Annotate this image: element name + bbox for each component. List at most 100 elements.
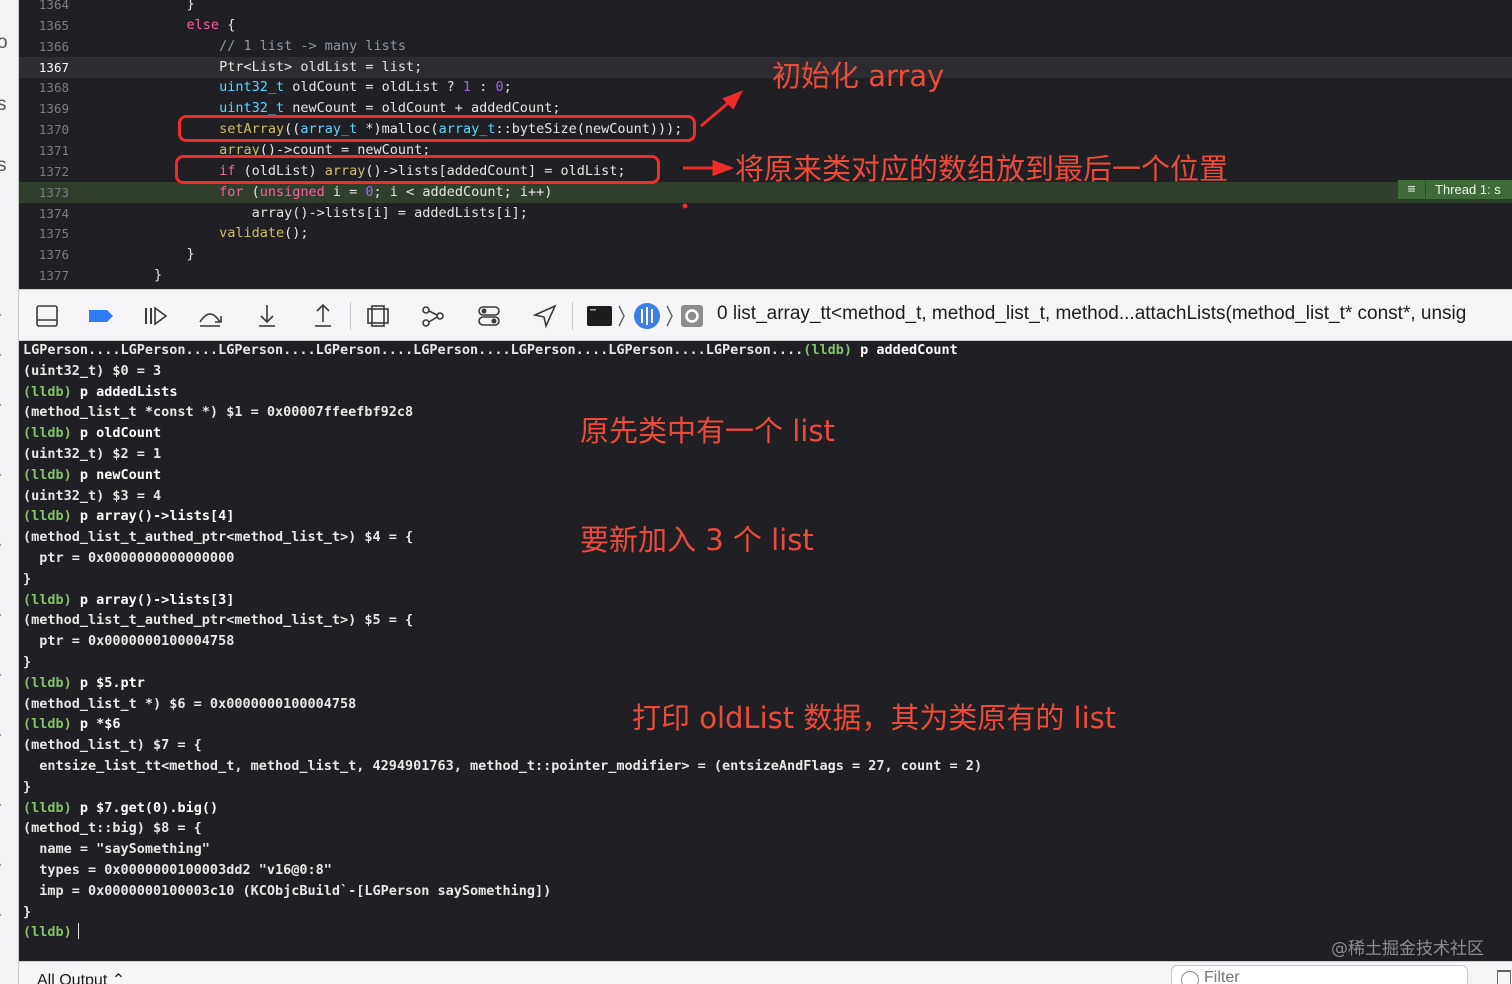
highlight-setarray-line	[178, 115, 696, 142]
watermark: @稀土掘金技术社区	[1331, 939, 1484, 959]
step-out-icon[interactable]	[309, 302, 337, 330]
breadcrumb[interactable]	[584, 300, 734, 332]
environment-overrides-icon[interactable]	[475, 302, 503, 330]
code-token: ;	[503, 79, 512, 96]
code-token: else	[186, 16, 220, 33]
code-line[interactable]: 1377}	[19, 265, 1512, 286]
step-into-icon[interactable]	[253, 302, 281, 330]
line-number[interactable]: 1364	[19, 0, 69, 15]
console-command-line: (lldb) p *$6	[23, 714, 121, 735]
code-token: newCount = oldCount + addedCount;	[284, 100, 561, 117]
navigator-glyph: .	[0, 660, 2, 682]
code-line[interactable]: 1368 uint32_t oldCount = oldList ? 1 : 0;	[19, 77, 1512, 98]
console-output-line: entsize_list_tt<method_t, method_list_t,…	[23, 756, 982, 777]
console-command-line: (lldb) p newCount	[23, 465, 161, 486]
line-number[interactable]: 1367	[19, 57, 69, 78]
console-output-line: (uint32_t) $2 = 1	[23, 444, 161, 465]
navigator-glyph: .	[0, 460, 2, 482]
lldb-command: p *$6	[71, 716, 121, 733]
continue-icon[interactable]	[141, 302, 169, 330]
code-token: Ptr<List> oldList = list;	[219, 58, 423, 75]
annotation-move-old: 将原来类对应的数组放到最后一个位置	[735, 152, 1229, 186]
code-token: // 1 list -> many lists	[219, 37, 407, 54]
line-number[interactable]: 1377	[19, 265, 69, 286]
lldb-command: p newCount	[71, 466, 162, 483]
code-token: :	[471, 79, 496, 96]
filter-field[interactable]	[1171, 965, 1468, 984]
navigator-glyph: .	[0, 530, 2, 552]
simulate-location-icon[interactable]	[531, 302, 559, 330]
code-token: (	[243, 183, 260, 200]
console-output-line: (method_t::big) $8 = {	[23, 818, 202, 839]
line-number[interactable]: 1373	[19, 182, 69, 203]
chevron-right-icon	[666, 305, 673, 327]
lldb-prompt: (lldb)	[23, 716, 72, 733]
code-text: for (unsigned i = 0; i < addedCount; i++…	[219, 182, 552, 203]
console-output-line: (uint32_t) $0 = 3	[23, 361, 161, 382]
line-number[interactable]: 1370	[19, 119, 69, 140]
console-output-line: (method_list_t_authed_ptr<method_list_t>…	[23, 527, 413, 548]
line-number[interactable]: 1375	[19, 223, 69, 244]
output-filter-menu[interactable]: All Output ⌃	[37, 970, 125, 984]
code-line[interactable]: 1367 Ptr<List> oldList = list;	[19, 56, 1512, 78]
console-output: (method_list_t) $7 = {	[23, 737, 202, 754]
code-token: array()->lists[i] = addedLists[i];	[251, 204, 528, 221]
annotation-print-old: 打印 oldList 数据，其为类原有的 list	[632, 701, 1117, 735]
console-command-line: (lldb)	[23, 922, 80, 943]
text-cursor[interactable]	[77, 923, 80, 940]
code-token: }	[186, 246, 195, 263]
code-text: }	[187, 0, 195, 15]
console-command-line: (lldb) p array()->lists[4]	[23, 506, 234, 527]
code-line[interactable]: 1365 else {	[19, 15, 1512, 36]
console-output: }	[23, 654, 32, 670]
view-debugger-icon[interactable]	[364, 302, 392, 330]
line-number[interactable]: 1376	[19, 244, 69, 265]
console-output-line: }	[23, 652, 31, 673]
filter-input[interactable]	[1204, 969, 1444, 984]
code-line[interactable]: 1376}	[19, 244, 1512, 265]
code-text: }	[187, 244, 195, 265]
hide-debug-area-icon[interactable]	[33, 302, 61, 330]
line-number[interactable]: 1371	[19, 140, 69, 161]
trash-icon[interactable]	[1497, 970, 1511, 984]
lldb-prompt: (lldb)	[23, 466, 72, 483]
code-line[interactable]: 1375 validate();	[19, 223, 1512, 244]
step-over-icon[interactable]	[196, 302, 224, 330]
console-output-line: (method_list_t *const *) $1 = 0x00007ffe…	[23, 402, 413, 423]
code-line[interactable]: 1374 array()->lists[i] = addedLists[i];	[19, 203, 1512, 224]
navigator-glyph: .	[0, 340, 2, 362]
line-number[interactable]: 1372	[19, 161, 69, 182]
line-number[interactable]: 1374	[19, 203, 69, 224]
navigator-glyph: o	[0, 32, 8, 54]
code-token: {	[219, 16, 236, 33]
memory-graph-icon[interactable]	[419, 302, 447, 330]
line-number[interactable]: 1368	[19, 77, 69, 98]
code-line[interactable]: 1364}	[19, 0, 1512, 15]
stack-frame-label[interactable]: 0 list_array_tt<method_t, method_list_t,…	[717, 303, 1466, 325]
annotation-init-array: 初始化 array	[772, 59, 945, 93]
console-output: entsize_list_tt<method_t, method_list_t,…	[23, 758, 983, 774]
code-token: for	[219, 183, 244, 200]
thread-indicator[interactable]: ≡ Thread 1: s	[1398, 180, 1512, 199]
console-output-line: imp = 0x0000000100003c10 (KCObjcBuild`-[…	[23, 881, 551, 902]
line-number[interactable]: 1369	[19, 98, 69, 119]
toolbar-separator	[572, 302, 573, 330]
console-output-line: ptr = 0x0000000000000000	[23, 548, 234, 569]
stack-frame-icon	[681, 305, 703, 327]
console-output-line: }	[23, 777, 31, 798]
code-text: Ptr<List> oldList = list;	[219, 57, 422, 78]
chevron-right-icon	[618, 305, 625, 327]
line-number[interactable]: 1365	[19, 15, 69, 36]
code-editor[interactable]: 1377} 1376} 1375 validate(); 1374 array()->li…	[19, 0, 1512, 289]
line-number[interactable]: 1366	[19, 36, 69, 57]
code-text: uint32_t oldCount = oldList ? 1 : 0;	[219, 77, 512, 98]
breakpoints-toggle-icon[interactable]	[87, 302, 115, 330]
navigator-glyph: .	[0, 790, 2, 812]
code-token: oldCount = oldList ?	[284, 79, 463, 96]
lldb-prompt: (lldb)	[23, 425, 72, 442]
lldb-command: p addedLists	[71, 383, 178, 400]
breadcrumb-icons	[587, 303, 703, 329]
code-line[interactable]: 1366 // 1 list -> many lists	[19, 36, 1512, 57]
code-token: uint32_t	[219, 100, 285, 117]
console-command-line: (lldb) p oldCount	[23, 423, 161, 444]
